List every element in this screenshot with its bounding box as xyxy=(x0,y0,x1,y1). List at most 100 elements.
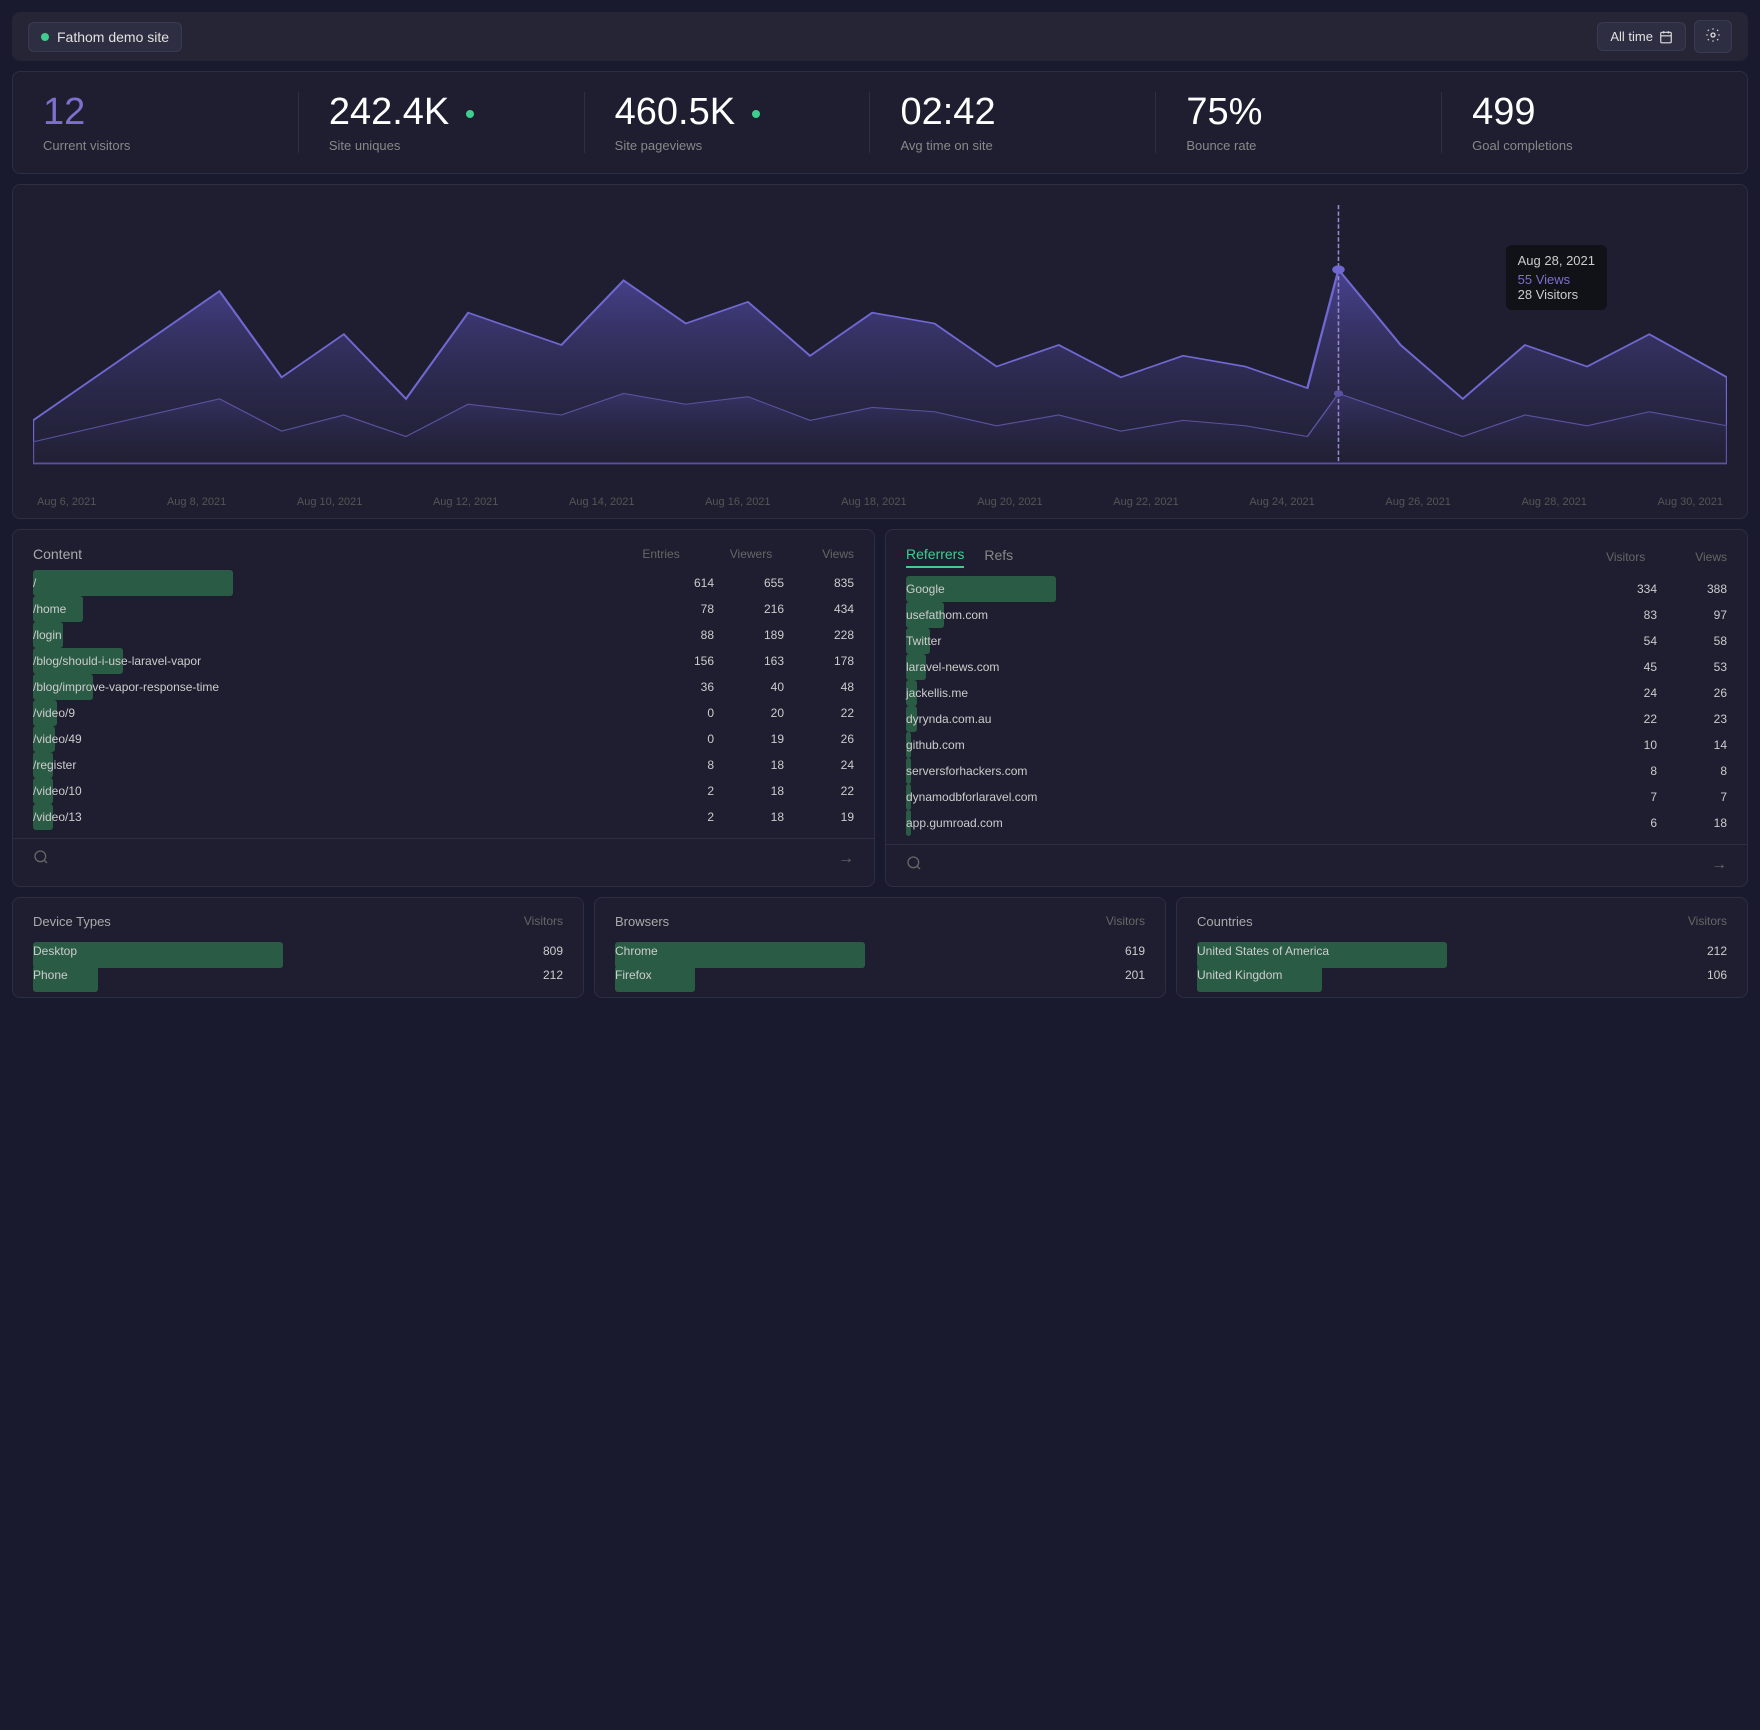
device-value: 212 xyxy=(543,968,563,982)
list-item[interactable]: Firefox 201 xyxy=(595,963,1165,987)
content-row-views: 434 xyxy=(784,602,854,616)
content-row-entries: 8 xyxy=(644,758,714,772)
content-col-viewers: Viewers xyxy=(730,547,772,561)
table-row[interactable]: usefathom.com 83 97 xyxy=(886,602,1747,628)
table-row[interactable]: /video/10 2 18 22 xyxy=(13,778,874,804)
content-row-views: 26 xyxy=(784,732,854,746)
table-row[interactable]: Google 334 388 xyxy=(886,576,1747,602)
table-row[interactable]: serversforhackers.com 8 8 xyxy=(886,758,1747,784)
referrers-panel: Referrers Refs Visitors Views Google 334… xyxy=(885,529,1748,887)
countries-header: Countries Visitors xyxy=(1177,914,1747,939)
countries-title: Countries xyxy=(1197,914,1253,929)
content-row-entries: 78 xyxy=(644,602,714,616)
content-row-label: /video/9 xyxy=(33,706,644,720)
table-row[interactable]: dyrynda.com.au 22 23 xyxy=(886,706,1747,732)
stat-label-current-visitors: Current visitors xyxy=(43,138,288,153)
ref-search-icon[interactable] xyxy=(906,855,922,876)
stat-value-goal-completions: 499 xyxy=(1472,92,1717,134)
stat-label-avg-time: Avg time on site xyxy=(900,138,1145,153)
ref-row-visitors: 83 xyxy=(1587,608,1657,622)
alltime-button[interactable]: All time xyxy=(1597,22,1686,51)
stat-label-bounce-rate: Bounce rate xyxy=(1186,138,1431,153)
content-row-entries: 36 xyxy=(644,680,714,694)
stats-row: 12 Current visitors 242.4K Site uniques … xyxy=(12,71,1748,174)
list-item[interactable]: Phone 212 xyxy=(13,963,583,987)
settings-button[interactable] xyxy=(1694,20,1732,53)
content-search-icon[interactable] xyxy=(33,849,49,870)
device-types-header: Device Types Visitors xyxy=(13,914,583,939)
ref-row-label: dynamodbforlaravel.com xyxy=(906,790,1587,804)
ref-row-visitors: 54 xyxy=(1587,634,1657,648)
list-item[interactable]: United States of America 212 xyxy=(1177,939,1747,963)
ref-row-label: Google xyxy=(906,582,1587,596)
ref-row-label: dyrynda.com.au xyxy=(906,712,1587,726)
browser-rows: Chrome 619 Firefox 201 xyxy=(595,939,1165,987)
table-row[interactable]: /blog/improve-vapor-response-time 36 40 … xyxy=(13,674,874,700)
list-item[interactable]: United Kingdom 106 xyxy=(1177,963,1747,987)
content-row-entries: 0 xyxy=(644,732,714,746)
content-row-entries: 614 xyxy=(644,576,714,590)
ref-row-visitors: 6 xyxy=(1587,816,1657,830)
ref-row-views: 58 xyxy=(1657,634,1727,648)
table-row[interactable]: app.gumroad.com 6 18 xyxy=(886,810,1747,836)
content-row-views: 48 xyxy=(784,680,854,694)
main-chart[interactable] xyxy=(33,205,1727,485)
content-row-viewers: 40 xyxy=(714,680,784,694)
country-label: United Kingdom xyxy=(1197,968,1707,982)
content-row-label: /register xyxy=(33,758,644,772)
table-row[interactable]: Twitter 54 58 xyxy=(886,628,1747,654)
browsers-panel: Browsers Visitors Chrome 619 Firefox 201 xyxy=(594,897,1166,998)
table-row[interactable]: laravel-news.com 45 53 xyxy=(886,654,1747,680)
ref-next-arrow[interactable]: → xyxy=(1711,856,1727,874)
table-row[interactable]: /video/9 0 20 22 xyxy=(13,700,874,726)
ref-row-label: usefathom.com xyxy=(906,608,1587,622)
site-name: Fathom demo site xyxy=(57,29,169,45)
site-selector[interactable]: Fathom demo site xyxy=(28,22,182,52)
table-row[interactable]: github.com 10 14 xyxy=(886,732,1747,758)
table-row[interactable]: /home 78 216 434 xyxy=(13,596,874,622)
table-row[interactable]: /register 8 18 24 xyxy=(13,752,874,778)
stat-label-site-uniques: Site uniques xyxy=(329,138,574,153)
table-row[interactable]: /video/49 0 19 26 xyxy=(13,726,874,752)
list-item[interactable]: Chrome 619 xyxy=(595,939,1165,963)
stat-site-uniques: 242.4K Site uniques xyxy=(298,92,574,153)
chart-container: Aug 28, 2021 55 Views 28 Visitors Aug 6,… xyxy=(12,184,1748,519)
browser-value: 201 xyxy=(1125,968,1145,982)
content-panel-title: Content xyxy=(33,546,82,562)
ref-row-visitors: 22 xyxy=(1587,712,1657,726)
content-row-label: /video/13 xyxy=(33,810,644,824)
content-row-viewers: 19 xyxy=(714,732,784,746)
device-value: 809 xyxy=(543,944,563,958)
stat-value-site-pageviews: 460.5K xyxy=(615,92,860,134)
stat-value-bounce-rate: 75% xyxy=(1186,92,1431,134)
content-row-label: /blog/should-i-use-laravel-vapor xyxy=(33,654,644,668)
device-types-col: Visitors xyxy=(524,914,563,929)
table-row[interactable]: / 614 655 835 xyxy=(13,570,874,596)
ref-row-label: serversforhackers.com xyxy=(906,764,1587,778)
tab-refs[interactable]: Refs xyxy=(984,547,1013,567)
ref-row-views: 388 xyxy=(1657,582,1727,596)
table-row[interactable]: jackellis.me 24 26 xyxy=(886,680,1747,706)
content-next-arrow[interactable]: → xyxy=(838,850,854,868)
table-row[interactable]: dynamodbforlaravel.com 7 7 xyxy=(886,784,1747,810)
content-row-label: /video/49 xyxy=(33,732,644,746)
ref-row-visitors: 24 xyxy=(1587,686,1657,700)
content-row-entries: 0 xyxy=(644,706,714,720)
device-types-title: Device Types xyxy=(33,914,111,929)
content-row-entries: 88 xyxy=(644,628,714,642)
content-row-label: /login xyxy=(33,628,644,642)
tab-referrers[interactable]: Referrers xyxy=(906,546,964,568)
chart-tooltip: Aug 28, 2021 55 Views 28 Visitors xyxy=(1506,245,1607,310)
stat-value-current-visitors: 12 xyxy=(43,92,288,134)
country-value: 212 xyxy=(1707,944,1727,958)
content-row-viewers: 189 xyxy=(714,628,784,642)
table-row[interactable]: /video/13 2 18 19 xyxy=(13,804,874,830)
header-right: All time xyxy=(1597,20,1732,53)
list-item[interactable]: Desktop 809 xyxy=(13,939,583,963)
table-row[interactable]: /login 88 189 228 xyxy=(13,622,874,648)
table-row[interactable]: /blog/should-i-use-laravel-vapor 156 163… xyxy=(13,648,874,674)
device-types-panel: Device Types Visitors Desktop 809 Phone … xyxy=(12,897,584,998)
country-rows: United States of America 212 United King… xyxy=(1177,939,1747,987)
calendar-icon xyxy=(1659,30,1673,44)
header: Fathom demo site All time xyxy=(12,12,1748,61)
